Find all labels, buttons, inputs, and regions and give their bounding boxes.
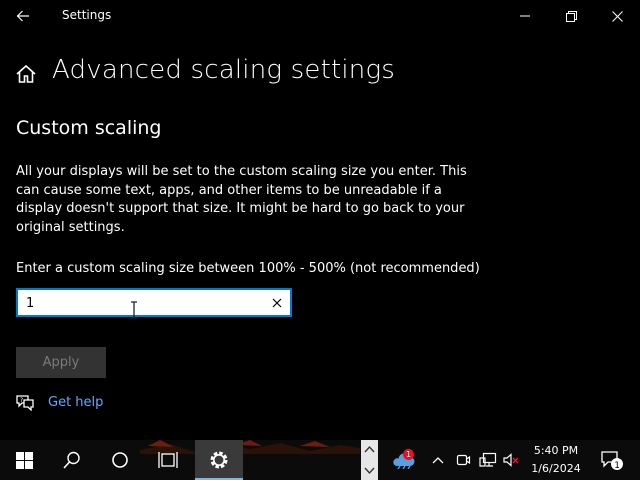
- taskbar-clock[interactable]: 5:40 PM 1/6/2024: [525, 442, 587, 478]
- description-text: All your displays will be set to the cus…: [16, 164, 467, 235]
- camera-icon: [456, 454, 471, 466]
- chevron-up-icon[interactable]: [361, 440, 378, 460]
- minimize-icon: [520, 15, 530, 17]
- start-button[interactable]: [0, 440, 48, 480]
- custom-scaling-input[interactable]: [26, 293, 266, 313]
- app-title: Settings: [62, 8, 112, 22]
- maximize-button[interactable]: [548, 0, 594, 32]
- cortana-icon: [112, 452, 128, 468]
- task-view-button[interactable]: [144, 440, 192, 480]
- notification-icon: 1: [601, 451, 623, 471]
- tray-meet-now[interactable]: [453, 440, 473, 480]
- custom-scaling-field[interactable]: [16, 288, 292, 317]
- page-title: Advanced scaling settings: [52, 55, 396, 85]
- clock-date: 1/6/2024: [531, 462, 581, 475]
- cortana-button[interactable]: [96, 440, 144, 480]
- get-help-icon[interactable]: ?: [15, 393, 35, 411]
- clear-button[interactable]: [268, 294, 286, 312]
- get-help-link[interactable]: Get help: [48, 395, 103, 410]
- search-button[interactable]: [48, 440, 96, 480]
- minimize-button[interactable]: [502, 0, 548, 32]
- chevron-up-icon: [432, 457, 444, 464]
- tray-volume[interactable]: [500, 440, 522, 480]
- back-button[interactable]: [6, 2, 40, 30]
- home-icon[interactable]: [14, 62, 38, 86]
- section-title: Custom scaling: [16, 117, 162, 139]
- text-cursor-icon: [131, 301, 137, 319]
- clear-icon: [272, 298, 282, 308]
- volume-muted-icon: [503, 453, 519, 467]
- chevron-down-icon[interactable]: [361, 460, 378, 480]
- windows-logo-icon: [15, 451, 33, 469]
- taskbar-scroll-strip[interactable]: [361, 440, 378, 480]
- tray-cloud-app[interactable]: [388, 440, 418, 480]
- apply-button[interactable]: Apply: [16, 347, 106, 378]
- restore-icon: [565, 10, 577, 22]
- task-view-icon: [158, 452, 178, 468]
- notification-count: 1: [614, 461, 620, 471]
- action-center-button[interactable]: 1: [592, 440, 632, 480]
- network-icon: [479, 452, 497, 467]
- search-icon: [63, 451, 80, 469]
- clock-time: 5:40 PM: [533, 444, 579, 457]
- tray-network[interactable]: [477, 440, 499, 480]
- gear-icon: [210, 451, 228, 469]
- close-icon: [611, 10, 623, 22]
- taskbar-settings-app[interactable]: [195, 440, 243, 480]
- close-button[interactable]: [594, 0, 640, 32]
- title-bar: Settings: [0, 0, 640, 32]
- back-arrow-icon: [16, 10, 29, 22]
- svg-text:?: ?: [20, 397, 23, 404]
- tray-badge: 1: [403, 449, 414, 460]
- show-hidden-icons[interactable]: [428, 440, 448, 480]
- scaling-input-label: Enter a custom scaling size between 100%…: [16, 261, 480, 276]
